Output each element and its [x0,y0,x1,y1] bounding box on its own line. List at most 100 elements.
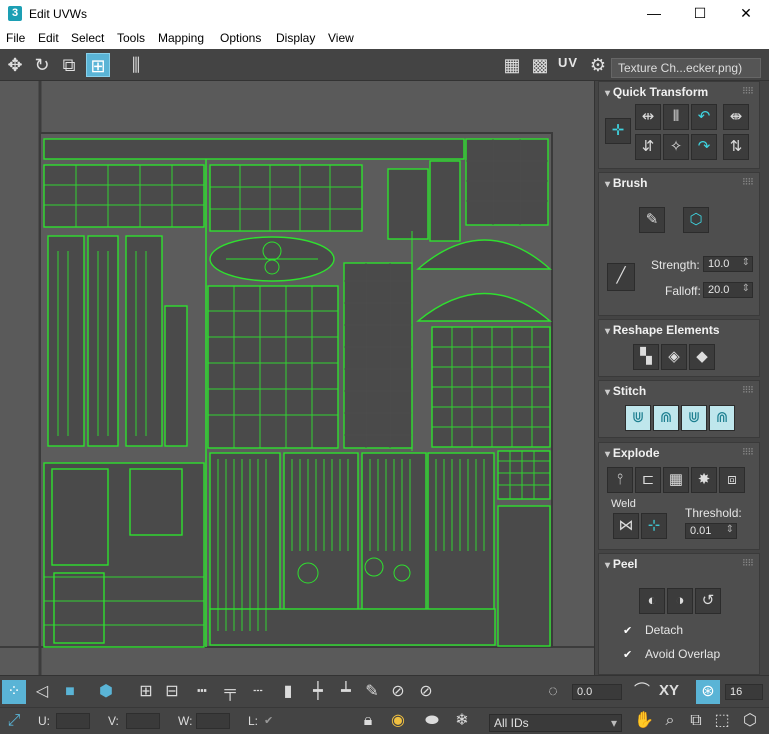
material-id-dropdown[interactable]: All IDs [489,714,622,732]
align-horizontal-icon[interactable]: ⇹ [635,104,661,130]
texture-dropdown[interactable]: Texture Ch...ecker.png) [611,58,761,78]
relax-brush-icon[interactable]: ⬡ [683,207,709,233]
enlarge-brush-icon[interactable]: ⊘ [386,680,410,704]
xy-toggle[interactable]: XY [659,682,679,699]
detach-checkbox[interactable]: ✔ [623,625,635,637]
uv-viewport[interactable] [0,81,595,675]
uv-layout-canvas[interactable] [0,81,595,675]
edge-loop-icon[interactable]: ┄ [246,680,270,704]
brush-falloff-curve-icon[interactable]: ╱ [607,263,635,291]
explode-header[interactable]: Explode [599,443,759,463]
texture-settings-icon[interactable]: ⚙ [586,53,610,77]
lock-l-checkbox[interactable]: ✔ [264,715,276,727]
quick-peel-icon[interactable]: ◐ [639,588,665,614]
reset-peel-icon[interactable]: ↺ [695,588,721,614]
minimize-button[interactable]: — [631,0,677,28]
zoom-selected-icon[interactable]: ⬡ [738,709,762,733]
peel-header[interactable]: Peel [599,554,759,574]
move-icon[interactable]: ✥ [3,53,27,77]
break-icon[interactable]: ✸ [691,467,717,493]
rotate-ccw-icon[interactable]: ↶ [691,104,717,130]
zoom-region-icon[interactable]: ⧉ [684,709,708,733]
grip-icon[interactable]: ⠿⠿ [742,177,754,188]
shrink-selection-icon[interactable]: ⊟ [160,680,184,704]
flatten-icon[interactable]: ⧈ [719,467,745,493]
element-select-icon[interactable]: ⬢ [94,680,118,704]
relax-custom-icon[interactable]: ◆ [689,344,715,370]
stitch-header[interactable]: Stitch [599,381,759,401]
peel-mode-icon[interactable]: ◑ [667,588,693,614]
menu-tools[interactable]: Tools [117,31,145,45]
mirror-icon[interactable]: ⫼ [124,53,148,77]
grow-uv-icon[interactable]: ┿ [306,680,330,704]
grip-icon[interactable]: ⠿⠿ [742,385,754,396]
absolute-offset-icon[interactable]: ⤢ [2,709,26,733]
relax-until-flat-icon[interactable]: ◈ [661,344,687,370]
v-field[interactable] [126,713,160,729]
freeform-mode-icon[interactable]: ⊞ [86,53,110,77]
loop-select-icon[interactable]: ┅ [190,680,214,704]
straighten-selection-icon[interactable]: ▚ [633,344,659,370]
rotate-cw-icon[interactable]: ↷ [691,134,717,160]
menu-file[interactable]: File [6,31,25,45]
grow-selection-icon[interactable]: ⊞ [134,680,158,704]
maximize-button[interactable]: ☐ [677,0,723,28]
stitch-average-icon[interactable]: ⋒ [653,405,679,431]
grip-icon[interactable]: ⠿⠿ [742,558,754,569]
quick-transform-header[interactable]: Quick Transform [599,82,759,102]
checker-pattern-icon[interactable]: ▦ [500,53,524,77]
falloff-spinner[interactable]: 20.0 [703,282,753,298]
zoom-icon[interactable]: ⌕ [658,709,682,733]
break-by-polygon-icon[interactable]: ⫯ [607,467,633,493]
uv-label[interactable]: UV [558,55,578,70]
stitch-custom-icon[interactable]: ⋒ [709,405,735,431]
space-horizontal-icon[interactable]: ⇼ [723,104,749,130]
ring-select-icon[interactable]: ╤ [218,680,242,704]
edge-select-icon[interactable]: ◁ [30,680,54,704]
grip-icon[interactable]: ⠿⠿ [742,447,754,458]
break-by-material-icon[interactable]: ▦ [663,467,689,493]
close-button[interactable]: ✕ [723,0,769,28]
menu-select[interactable]: Select [71,31,104,45]
space-vertical-icon[interactable]: ⦀ [663,104,689,130]
hide-icon[interactable]: ◉ [386,709,410,733]
w-field[interactable] [196,713,230,729]
rotate-value-field[interactable]: 0.0 [572,684,622,700]
soft-select-curve-icon[interactable]: ⌒ [630,680,654,704]
shrink-brush-icon[interactable]: ⊘ [414,680,438,704]
menu-mapping[interactable]: Mapping [158,31,204,45]
zoom-extents-icon[interactable]: ⬚ [710,709,734,733]
break-by-smoothing-icon[interactable]: ⊏ [635,467,661,493]
reshape-elements-header[interactable]: Reshape Elements [599,320,759,340]
show-icon[interactable]: ⬬ [420,709,444,733]
menu-display[interactable]: Display [276,31,315,45]
lock-icon[interactable]: 🔒︎ [356,709,380,733]
weld-selected-icon[interactable]: ⊹ [641,513,667,539]
brush-header[interactable]: Brush [599,173,759,193]
polygon-select-icon[interactable]: ■ [58,680,82,704]
u-field[interactable] [56,713,90,729]
scale-icon[interactable]: ⧉ [57,53,81,77]
strength-spinner[interactable]: 10.0 [703,256,753,272]
distribute-vertical-icon[interactable]: ⇅ [723,134,749,160]
threshold-spinner[interactable]: 0.01 [685,523,737,539]
shrink-uv-icon[interactable]: ┷ [334,680,358,704]
align-pivot-icon[interactable]: ✛ [605,118,631,144]
grid-size-field[interactable]: 16 [725,684,763,700]
align-center-icon[interactable]: ✧ [663,134,689,160]
rotate-icon[interactable]: ↻ [30,53,54,77]
stitch-to-source-icon[interactable]: ⋓ [681,405,707,431]
paint-select-icon[interactable]: ✎ [360,680,384,704]
rotate-snap-icon[interactable]: ◌ [541,680,565,704]
menu-view[interactable]: View [328,31,354,45]
menu-options[interactable]: Options [220,31,261,45]
grid-snap-icon[interactable]: ⊛ [696,680,720,704]
freeze-icon[interactable]: ❄ [450,709,474,733]
paint-move-brush-icon[interactable]: ✎ [639,207,665,233]
pan-icon[interactable]: ✋ [632,709,656,733]
stitch-to-target-icon[interactable]: ⋓ [625,405,651,431]
vertex-select-icon[interactable]: ⁘ [2,680,26,704]
grip-icon[interactable]: ⠿⠿ [742,86,754,97]
weld-target-icon[interactable]: ⋈ [613,513,639,539]
menu-edit[interactable]: Edit [38,31,59,45]
